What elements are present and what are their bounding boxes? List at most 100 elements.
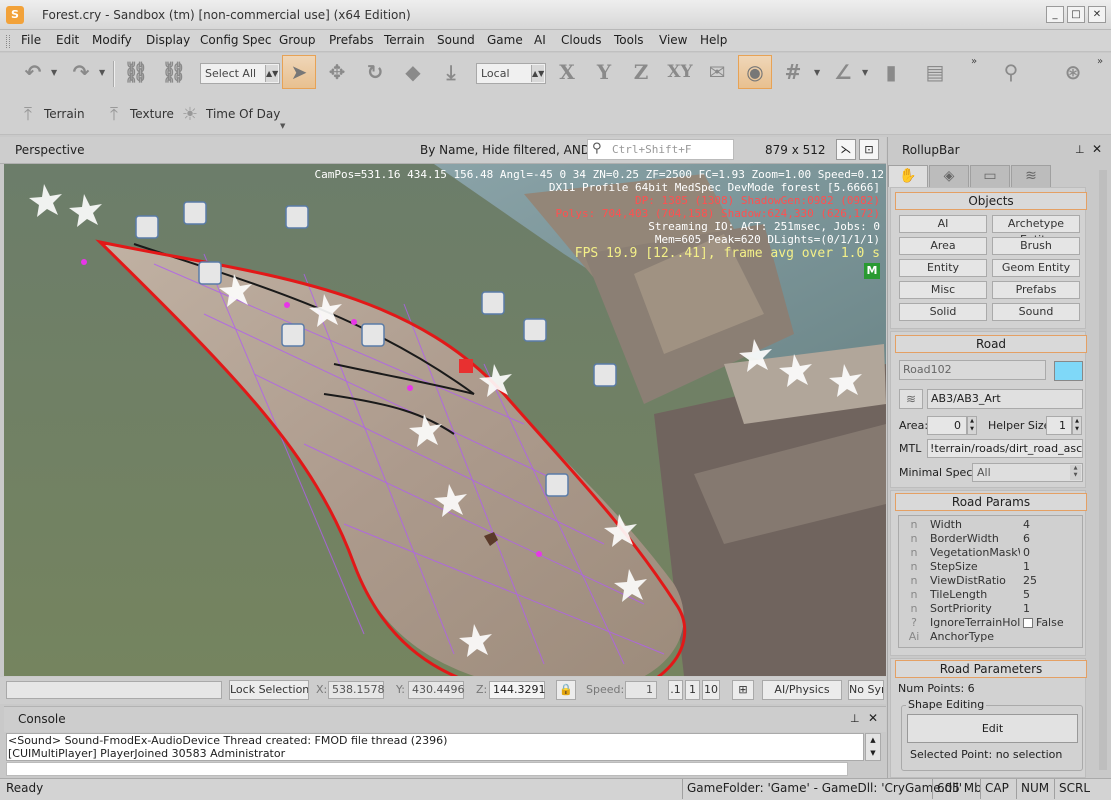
speed-preset-0-1[interactable]: .1 <box>668 680 683 700</box>
speed-preset-10[interactable]: 10 <box>702 680 720 700</box>
maximize-button[interactable]: □ <box>1067 6 1085 23</box>
checkbox-icon[interactable] <box>1023 618 1033 628</box>
eye-view-icon[interactable]: ◉ <box>738 55 772 89</box>
area-field[interactable]: 0 <box>927 416 967 435</box>
object-ai-button[interactable]: AI <box>899 215 987 233</box>
lock-selection-button[interactable]: Lock Selection <box>229 680 309 700</box>
coord-system-combo[interactable]: Local ▲▼ <box>476 63 546 84</box>
param-row-viewdistratio[interactable]: n ViewDistRatio 25 <box>898 574 1082 588</box>
area-spinner[interactable]: ▲ ▼ <box>967 416 977 435</box>
scale-icon[interactable]: ◆ <box>398 57 428 87</box>
minimize-button[interactable]: _ <box>1046 6 1064 23</box>
object-archetype-entity-button[interactable]: Archetype Entity <box>992 215 1080 246</box>
select-filter-combo[interactable]: Select All ▲▼ <box>200 63 280 84</box>
viewport-search-input[interactable]: Ctrl+Shift+F <box>587 139 734 160</box>
rotate-icon[interactable]: ↻ <box>360 57 390 87</box>
menu-game[interactable]: Game <box>487 33 523 47</box>
tab-layers[interactable]: ≋ <box>1011 165 1051 187</box>
param-row-stepsize[interactable]: n StepSize 1 <box>898 560 1082 574</box>
console-output[interactable]: <Sound> Sound-FmodEx-AudioDevice Thread … <box>6 733 864 761</box>
param-value[interactable]: 25 <box>1023 574 1037 588</box>
terrain-snap-icon[interactable]: ⤓ <box>436 57 466 87</box>
param-row-borderwidth[interactable]: n BorderWidth 6 <box>898 532 1082 546</box>
redo-dropdown-icon[interactable]: ▼ <box>99 68 105 77</box>
tab-terrain[interactable]: ◈ <box>929 165 969 187</box>
console-close-icon[interactable]: ✕ <box>868 711 878 725</box>
param-checkbox[interactable]: False <box>1023 616 1064 630</box>
grid-icon[interactable]: # <box>778 57 808 87</box>
y-coordinate-field[interactable]: 430.4496 <box>408 681 465 699</box>
rollup-scrollbar[interactable] <box>1099 170 1107 770</box>
menu-tools[interactable]: Tools <box>614 33 644 47</box>
unlink-icon[interactable]: ⛓ <box>159 57 189 87</box>
console-scrollbar[interactable]: ▲ ▼ <box>865 733 881 761</box>
param-value[interactable]: 1 <box>1023 602 1030 616</box>
ai-physics-button[interactable]: AI/Physics <box>762 680 842 700</box>
param-row-width[interactable]: n Width 4 <box>898 518 1082 532</box>
road-color-swatch[interactable] <box>1054 361 1083 381</box>
menu-clouds[interactable]: Clouds <box>561 33 602 47</box>
menu-view[interactable]: View <box>659 33 687 47</box>
road-header[interactable]: Road <box>895 335 1087 353</box>
redo-icon[interactable]: ↷ <box>66 57 96 87</box>
param-row-ignoreterrainhole[interactable]: ? IgnoreTerrainHole False <box>898 616 1082 630</box>
viewport-title[interactable]: Perspective <box>15 143 85 157</box>
layer-icon[interactable]: ≋ <box>899 389 923 409</box>
axis-xy-button[interactable]: XY <box>662 57 698 87</box>
undo-dropdown-icon[interactable]: ▼ <box>51 68 57 77</box>
menubar-grip[interactable] <box>6 35 10 48</box>
menu-prefabs[interactable]: Prefabs <box>329 33 374 47</box>
material-field[interactable]: !terrain/roads/dirt_road_ascent <box>927 439 1083 458</box>
road-layer-field[interactable]: AB3/AB3_Art <box>927 389 1083 409</box>
road-name-field[interactable]: Road102 <box>899 360 1046 380</box>
param-row-tilelength[interactable]: n TileLength 5 <box>898 588 1082 602</box>
menu-edit[interactable]: Edit <box>56 33 79 47</box>
menu-group[interactable]: Group <box>279 33 316 47</box>
hierarchy-icon[interactable]: ⊞ <box>732 680 754 700</box>
object-sound-button[interactable]: Sound <box>992 303 1080 321</box>
link-icon[interactable]: ⛓ <box>121 57 151 87</box>
grid-dropdown-icon[interactable]: ▼ <box>814 68 820 77</box>
console-pin-icon[interactable]: ⊥ <box>850 712 860 725</box>
object-entity-button[interactable]: Entity <box>899 259 987 277</box>
axis-z-button[interactable]: Z <box>626 57 656 87</box>
move-icon[interactable]: ✥ <box>322 57 352 87</box>
close-button[interactable]: ✕ <box>1088 6 1106 23</box>
toolbar-overflow-icon-2[interactable]: » <box>1097 56 1103 67</box>
document-icon[interactable]: ▤ <box>920 57 950 87</box>
x-coordinate-field[interactable]: 538.1578 <box>328 681 385 699</box>
lifebuoy-icon[interactable]: ⊛ <box>1058 57 1088 87</box>
axis-x-button[interactable]: X <box>552 57 582 87</box>
objects-header[interactable]: Objects <box>895 192 1087 210</box>
pin-cursor-icon[interactable]: ⚲ <box>996 57 1026 87</box>
param-value[interactable]: 6 <box>1023 532 1030 546</box>
texture-button[interactable]: ⤒ Texture <box>102 100 174 128</box>
console-input[interactable] <box>6 762 848 776</box>
perspective-viewport[interactable]: CamPos=531.16 434.15 156.48 Angl=-45 0 3… <box>4 164 886 676</box>
menu-ai[interactable]: AI <box>534 33 546 47</box>
menu-config-spec[interactable]: Config Spec <box>200 33 272 47</box>
speed-preset-1[interactable]: 1 <box>685 680 700 700</box>
menu-display[interactable]: Display <box>146 33 190 47</box>
object-brush-button[interactable]: Brush <box>992 237 1080 255</box>
menu-help[interactable]: Help <box>700 33 727 47</box>
speed-field[interactable]: 1 <box>625 681 657 699</box>
rollup-close-icon[interactable]: ✕ <box>1092 142 1102 156</box>
minimal-spec-combo[interactable]: All ▲ ▼ <box>972 463 1083 482</box>
terrain-button[interactable]: ⤒ Terrain <box>16 100 85 128</box>
rollup-pin-icon[interactable]: ⊥ <box>1075 143 1085 156</box>
no-sync-button[interactable]: No Sync <box>848 680 884 700</box>
toolbar2-dropdown-icon[interactable]: ▼ <box>280 122 285 130</box>
helper-size-field[interactable]: 1 <box>1046 416 1072 435</box>
tab-objects[interactable]: ✋ <box>888 165 928 187</box>
param-value[interactable]: 0 <box>1023 546 1030 560</box>
snap-object-icon[interactable]: ✉ <box>702 57 732 87</box>
edit-shape-button[interactable]: Edit <box>907 714 1078 743</box>
param-row-sortpriority[interactable]: n SortPriority 1 <box>898 602 1082 616</box>
menu-terrain[interactable]: Terrain <box>384 33 425 47</box>
param-row-vegetationmask[interactable]: n VegetationMaskWi 0 <box>898 546 1082 560</box>
param-value[interactable]: 5 <box>1023 588 1030 602</box>
menu-file[interactable]: File <box>21 33 41 47</box>
z-coordinate-field[interactable]: 144.3291 <box>489 681 546 699</box>
object-area-button[interactable]: Area <box>899 237 987 255</box>
